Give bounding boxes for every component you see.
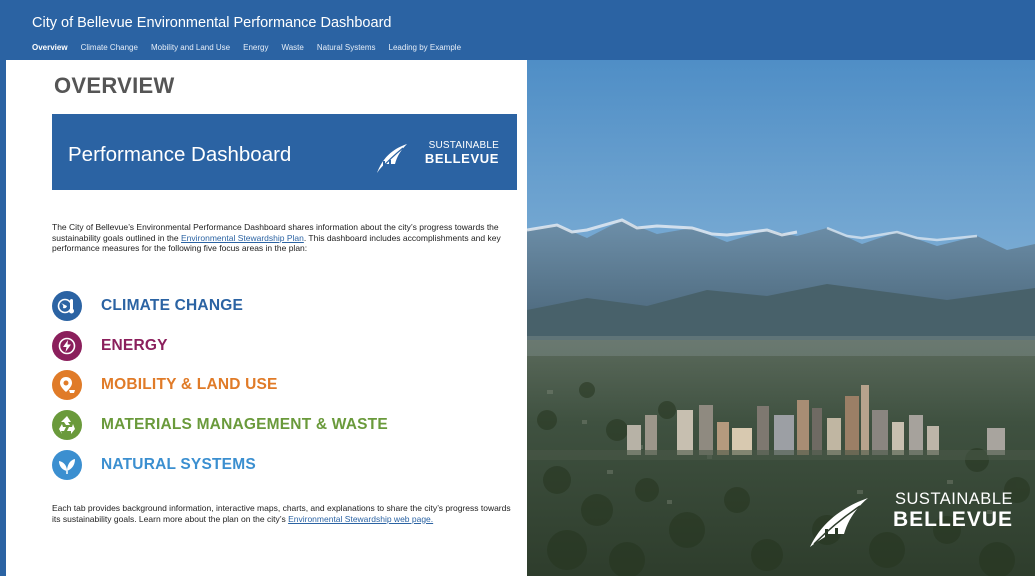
- tab-energy[interactable]: Energy: [243, 43, 268, 52]
- outro-text: Each tab provides background information…: [52, 503, 511, 524]
- photo-logo-text-bottom: BELLEVUE: [892, 508, 1013, 531]
- focus-area-label: CLIMATE CHANGE: [101, 297, 244, 314]
- feather-skyline-icon: [810, 498, 868, 547]
- banner-title: Performance Dashboard: [68, 143, 292, 166]
- sustainable-bellevue-logo: SUSTAINABLE BELLEVUE: [375, 138, 499, 176]
- environmental-stewardship-plan-link[interactable]: Environmental Stewardship Plan: [181, 233, 304, 243]
- focus-area-climate-change: CLIMATE CHANGE: [52, 290, 243, 322]
- intro-paragraph: The City of Bellevue’s Environmental Per…: [52, 222, 517, 254]
- recycle-icon: [52, 410, 82, 440]
- lightning-icon: [52, 331, 82, 361]
- tab-climate-change[interactable]: Climate Change: [81, 43, 138, 52]
- dashboard-banner: Performance Dashboard SUSTAINABLE BELLEV…: [52, 114, 517, 190]
- environmental-stewardship-web-page-link[interactable]: Environmental Stewardship web page.: [288, 514, 433, 524]
- globe-thermometer-icon: [52, 291, 82, 321]
- focus-area-energy: ENERGY: [52, 330, 168, 362]
- tab-overview[interactable]: Overview: [32, 43, 68, 52]
- focus-area-natural-systems: NATURAL SYSTEMS: [52, 449, 256, 481]
- photo-sustainable-bellevue-logo: SUSTAINABLE BELLEVUE: [808, 490, 1013, 550]
- logo-text-top: SUSTAINABLE: [428, 140, 499, 151]
- top-navigation-bar: City of Bellevue Environmental Performan…: [0, 0, 1035, 60]
- feather-skyline-icon: [377, 144, 407, 173]
- app-title: City of Bellevue Environmental Performan…: [32, 15, 392, 31]
- photo-logo-text-top: SUSTAINABLE: [895, 490, 1013, 508]
- focus-area-label: NATURAL SYSTEMS: [101, 456, 256, 473]
- logo-text-bottom: BELLEVUE: [424, 151, 499, 166]
- left-edge-stripe: [0, 60, 6, 576]
- bellevue-skyline-photo: SUSTAINABLE BELLEVUE: [527, 60, 1035, 576]
- focus-area-materials-management-waste: MATERIALS MANAGEMENT & WASTE: [52, 409, 388, 441]
- leaf-icon: [52, 450, 82, 480]
- map-pin-icon: [52, 370, 82, 400]
- tab-mobility-land-use[interactable]: Mobility and Land Use: [151, 43, 230, 52]
- tab-leading-by-example[interactable]: Leading by Example: [389, 43, 462, 52]
- focus-area-mobility-land-use: MOBILITY & LAND USE: [52, 369, 278, 401]
- page-title: OVERVIEW: [54, 73, 175, 98]
- tab-bar: Overview Climate Change Mobility and Lan…: [32, 43, 474, 52]
- tab-waste[interactable]: Waste: [281, 43, 303, 52]
- outro-paragraph: Each tab provides background information…: [52, 503, 517, 524]
- tab-natural-systems[interactable]: Natural Systems: [317, 43, 376, 52]
- focus-area-label: MOBILITY & LAND USE: [101, 376, 278, 393]
- focus-area-label: ENERGY: [101, 337, 168, 354]
- focus-area-label: MATERIALS MANAGEMENT & WASTE: [101, 416, 388, 433]
